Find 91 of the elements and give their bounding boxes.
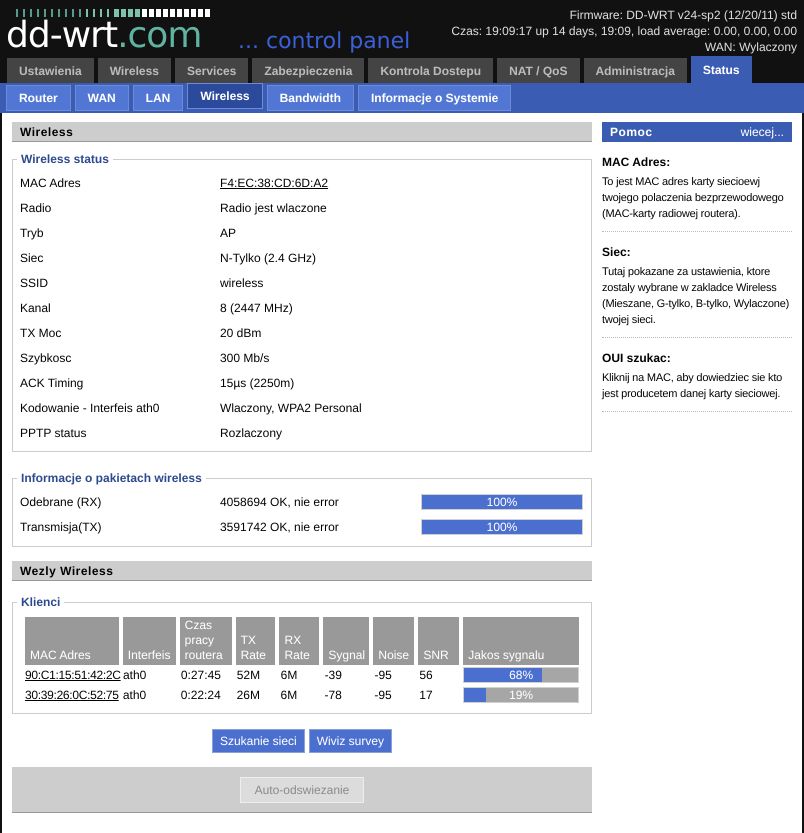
progress-reading: 19% [508,688,534,702]
column-header: Interfeis [122,617,176,665]
nav-tab[interactable]: Kontrola Dostepu [368,58,494,83]
field-value: Rozlaczony [220,424,282,442]
action-button[interactable]: Wiviz survey [308,729,392,753]
wan-status: WAN: Wylaczony [704,39,797,55]
column-header: Noise [373,617,414,665]
field-label: Transmisja(TX) [20,518,103,536]
section-header: Wireless [12,122,592,142]
mac-link[interactable]: F4:EC:38:CD:6D:A2 [220,174,328,192]
logo-text: dd-wrt [6,15,118,56]
field-label: Odebrane (RX) [20,494,102,510]
help-entry-title: OUI szukac: [602,350,672,367]
field-value: 20 dBm [220,324,262,342]
help-entry-text: Tutaj pokazane za ustawienia, ktore zostaly wybrane w zakladce Wireless (Mieszane, G-tylko, B-tylko, Wylaczone) twojej sieci. [602,265,790,328]
progress-reading: 100% [486,494,518,508]
field-label: Kodowanie - Interfeis ath0 [20,400,160,416]
table-cell-text: 26M [236,687,261,704]
table-cell-text: -95 [373,687,393,704]
nav-tab[interactable]: Wireless [98,58,171,83]
field-value: 4058694 OK, nie error [220,494,340,510]
help-title: Pomoc [610,124,653,141]
sub-tab[interactable]: WAN [74,85,129,111]
nav-tab[interactable]: Ustawienia [7,58,94,83]
column-header: RX Rate [279,617,320,665]
field-label: ACK Timing [20,374,84,392]
nav-tab[interactable]: Administracja [584,58,687,83]
field-label: SSID [20,274,50,292]
column-header: TX Rate [236,617,276,665]
table-cell-text: 17 [418,687,434,704]
column-header: Sygnal [323,617,370,665]
field-label: Szybkosc [20,350,72,366]
fieldset-legend: Informacje o pakietach wireless [17,471,206,485]
field-value: wireless [220,274,264,292]
uptime-info: Czas: 19:09:17 up 14 days, 19:09, load average: 0.00, 0.00, 0.00 [451,23,797,39]
field-value: 3591742 OK, nie error [220,518,340,536]
field-label: PPTP status [20,424,88,442]
logo-suffix: .com [117,15,202,56]
field-value: Radio jest wlaczone [220,200,327,216]
column-header: Jakos sygnalu [463,617,579,665]
help-entry-text: To jest MAC adres karty siecioewj twojego polaczenia bezprzewodowego (MAC-karty radiowej routera). [602,175,785,222]
logo-stripe-icon [16,9,212,17]
field-value: 300 Mb/s [220,350,270,366]
mac-link[interactable]: 30:39:26:0C:52:75 [25,686,119,704]
table-cell-text: -78 [323,687,343,704]
progress-reading: 100% [486,520,518,534]
field-label: MAC Adres [20,174,82,192]
action-button[interactable]: Szukanie sieci [212,729,305,753]
help-entry-title: Siec: [602,244,632,261]
field-label: Kanal [20,300,52,316]
more-link[interactable]: wiecej... [740,123,784,141]
field-value: 15µs (2250m) [220,374,294,392]
table-cell-text: 0:27:45 [180,667,222,684]
control-panel-title: ... control panel [238,30,410,54]
field-value: N-Tylko (2.4 GHz) [220,250,316,266]
sub-tab[interactable]: Wireless [187,83,263,109]
table-cell-text: ath0 [123,667,148,684]
firmware-info: Firmware: DD-WRT v24-sp2 (12/20/11) std [570,7,797,23]
fieldset-legend: Klienci [17,595,64,609]
field-label: Tryb [20,224,45,242]
field-value: 8 (2447 MHz) [220,300,293,316]
nav-tab[interactable]: NAT / QoS [497,58,580,83]
field-value: AP [220,224,236,242]
sub-tab[interactable]: Informacje o Systemie [358,85,512,111]
column-header: MAC Adres [25,617,119,665]
sub-tab[interactable]: LAN [132,85,184,111]
table-cell-text: 6M [280,667,298,684]
table-cell-text: -95 [373,667,393,684]
sub-tab[interactable]: Router [6,85,71,111]
help-entry-title: MAC Adres: [602,154,672,171]
fieldset-legend: Wireless status [17,152,113,166]
table-cell-text: -39 [324,667,343,684]
table-cell-text: 56 [418,667,434,684]
field-value: Wlaczony, WPA2 Personal [220,400,362,416]
section-header: Wezly Wireless [12,561,592,581]
table-cell-text: ath0 [122,687,148,704]
progress-reading: 68% [508,668,534,682]
table-cell-text: 6M [280,687,298,704]
column-header: Czas pracy routera [180,617,232,665]
field-label: Radio [20,200,52,216]
field-label: TX Moc [20,324,62,342]
field-label: Siec [20,250,44,266]
nav-tab[interactable]: Services [174,58,248,83]
table-cell-text: 0:22:24 [180,687,222,704]
column-header: SNR [418,617,460,665]
mac-link[interactable]: 90:C1:15:51:42:2C [25,666,119,684]
nav-tab[interactable]: Status [690,56,752,83]
help-entry-text: Kliknij na MAC, aby dowiedziec sie kto jest producetem danej karty sieciowej. [602,371,784,402]
table-cell-text: 52M [236,667,262,684]
sub-tab[interactable]: Bandwidth [266,85,354,111]
nav-tab[interactable]: Zabezpieczenia [252,58,364,83]
